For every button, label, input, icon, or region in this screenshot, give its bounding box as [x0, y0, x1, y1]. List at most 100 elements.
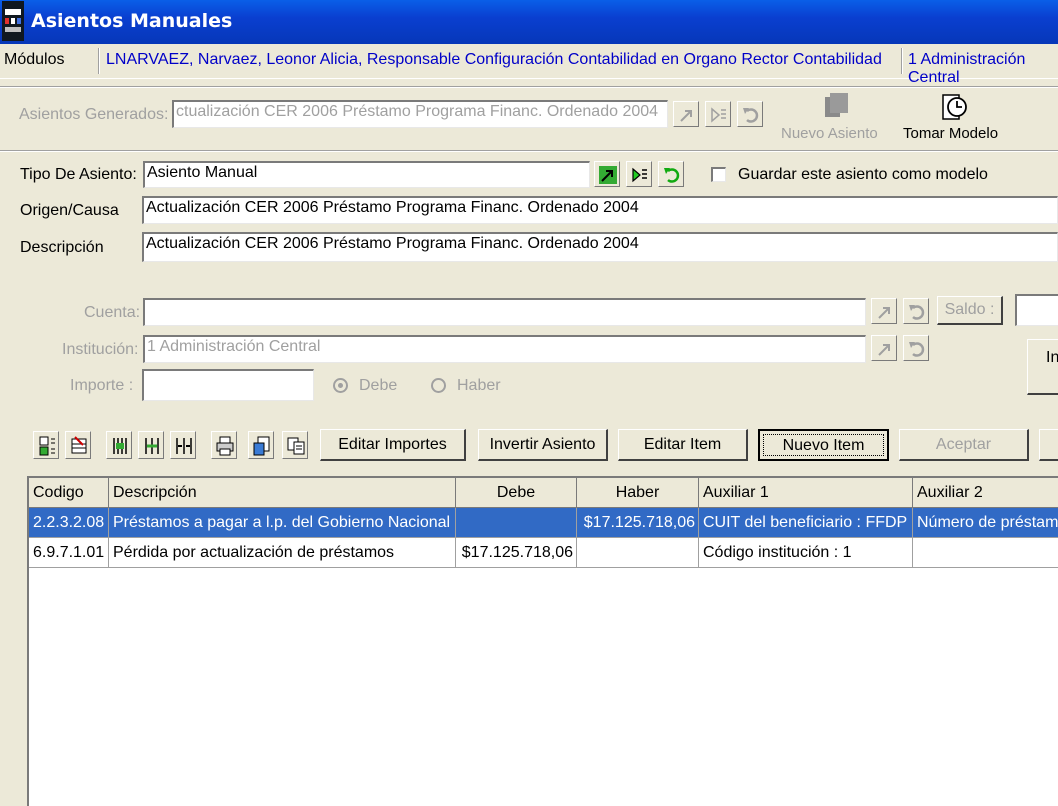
modules-separator [901, 48, 903, 74]
app-icon[interactable] [2, 1, 24, 41]
columns-fit-icon [145, 438, 159, 454]
accept-button[interactable]: Aceptar [899, 429, 1029, 461]
institution-field[interactable]: 1 Administración Central [143, 335, 866, 363]
description-label: Descripción [20, 239, 104, 256]
table-delete-button[interactable] [65, 431, 91, 459]
generated-entries-field[interactable]: ctualización CER 2006 Préstamo Programa … [172, 100, 668, 128]
cell-auxiliar-1[interactable]: Código institución : 1 [699, 538, 913, 568]
preview-button[interactable] [248, 431, 274, 459]
undo-icon [909, 342, 925, 357]
column-header-codigo[interactable]: Codigo [29, 478, 109, 508]
print-button[interactable] [211, 431, 237, 459]
take-model-button[interactable]: Tomar Modelo [903, 125, 998, 142]
edit-item-button[interactable]: Editar Item [618, 429, 748, 461]
invert-entry-button[interactable]: Invertir Asiento [478, 429, 608, 461]
list-play-icon [632, 167, 647, 183]
table-insert-button[interactable] [33, 431, 59, 459]
column-header-haber[interactable]: Haber [577, 478, 699, 508]
cell-debe[interactable] [456, 508, 577, 538]
window-title: Asientos Manuales [31, 10, 233, 32]
entries-grid[interactable]: Codigo Descripción Debe Haber Auxiliar 1… [27, 476, 1058, 806]
modules-separator [98, 48, 100, 74]
entry-type-select-button[interactable] [594, 161, 620, 187]
cancel-button[interactable] [1039, 429, 1058, 461]
cell-descripcion[interactable]: Préstamos a pagar a l.p. del Gobierno Na… [109, 508, 456, 538]
cell-auxiliar-1[interactable]: CUIT del beneficiario : FFDP [699, 508, 913, 538]
columns-expand-button[interactable] [106, 431, 132, 459]
undo-button[interactable] [737, 101, 763, 127]
balance-button[interactable]: Saldo : [937, 296, 1003, 325]
table-row[interactable]: 2.2.3.2.08 Préstamos a pagar a l.p. del … [29, 508, 1058, 538]
table-rows-icon [39, 436, 55, 456]
account-select-button[interactable] [871, 298, 897, 324]
columns-expand-icon [113, 438, 127, 454]
generated-entries-label: Asientos Generados: [19, 106, 169, 123]
cell-auxiliar-2[interactable] [913, 538, 1058, 568]
table-delete-icon [71, 436, 87, 454]
new-entry-button[interactable]: Nuevo Asiento [781, 125, 878, 142]
select-arrow-icon [878, 344, 890, 356]
printer-icon [216, 436, 234, 456]
origin-cause-field[interactable]: Actualización CER 2006 Préstamo Programa… [142, 196, 1058, 224]
columns-shrink-button[interactable] [170, 431, 196, 459]
new-entry-icon[interactable] [822, 91, 852, 121]
title-bar[interactable]: Asientos Manuales [0, 0, 1058, 44]
columns-shrink-icon [176, 438, 192, 454]
account-undo-button[interactable] [903, 298, 929, 324]
copy-button[interactable] [282, 431, 308, 459]
column-header-auxiliar-2[interactable]: Auxiliar 2 [913, 478, 1058, 508]
undo-icon [664, 168, 680, 183]
cell-debe[interactable]: $17.125.718,06 [456, 538, 577, 568]
divider [0, 150, 1058, 152]
entry-type-field[interactable]: Asiento Manual [143, 161, 590, 188]
debit-radio-label: Debe [359, 377, 398, 394]
entry-type-list-button[interactable] [626, 161, 652, 187]
column-header-descripcion[interactable]: Descripción [109, 478, 456, 508]
list-button[interactable] [705, 101, 731, 127]
copy-icon [287, 437, 305, 455]
edit-amounts-button[interactable]: Editar Importes [320, 429, 466, 461]
save-as-model-checkbox[interactable] [711, 167, 726, 182]
description-field[interactable]: Actualización CER 2006 Préstamo Programa… [142, 232, 1058, 262]
list-play-icon [711, 107, 726, 123]
cell-codigo[interactable]: 2.2.3.2.08 [29, 508, 109, 538]
origin-cause-label: Origen/Causa [20, 202, 119, 219]
select-arrow-icon [680, 110, 692, 122]
save-as-model-label: Guardar este asiento como modelo [738, 166, 988, 183]
amount-label: Importe : [70, 377, 134, 394]
entry-type-label: Tipo De Asiento: [20, 166, 137, 183]
take-model-icon[interactable] [937, 91, 971, 123]
cell-descripcion[interactable]: Pérdida por actualización de préstamos [109, 538, 456, 568]
modules-bar: Módulos LNARVAEZ, Narvaez, Leonor Alicia… [0, 44, 1058, 86]
cell-codigo[interactable]: 6.9.7.1.01 [29, 538, 109, 568]
column-header-auxiliar-1[interactable]: Auxiliar 1 [699, 478, 913, 508]
amount-field[interactable] [142, 369, 314, 401]
column-header-debe[interactable]: Debe [456, 478, 577, 508]
select-arrow-icon [599, 166, 617, 184]
print-preview-icon [253, 436, 270, 456]
modules-label[interactable]: Módulos [4, 51, 64, 69]
credit-radio-label: Haber [457, 377, 501, 394]
institution-field-label: Institución: [62, 341, 139, 358]
new-item-button[interactable]: Nuevo Item [758, 429, 889, 461]
cell-haber[interactable] [577, 538, 699, 568]
account-label: Cuenta: [84, 304, 141, 321]
columns-fit-button[interactable] [138, 431, 164, 459]
side-action-button[interactable]: In [1027, 339, 1058, 395]
balance-field[interactable] [1015, 294, 1058, 326]
table-row[interactable]: 6.9.7.1.01 Pérdida por actualización de … [29, 538, 1058, 568]
institution-undo-button[interactable] [903, 335, 929, 361]
cell-auxiliar-2[interactable]: Número de préstam [913, 508, 1058, 538]
entry-type-undo-button[interactable] [658, 161, 684, 187]
undo-icon [909, 305, 925, 320]
select-button[interactable] [673, 101, 699, 127]
institution-label: 1 Administración Central [908, 51, 1026, 86]
debit-radio[interactable] [333, 378, 348, 393]
divider [0, 86, 1058, 88]
select-arrow-icon [878, 307, 890, 319]
undo-icon [743, 108, 759, 123]
institution-select-button[interactable] [871, 335, 897, 361]
cell-haber[interactable]: $17.125.718,06 [577, 508, 699, 538]
credit-radio[interactable] [431, 378, 446, 393]
account-field[interactable] [143, 298, 866, 326]
